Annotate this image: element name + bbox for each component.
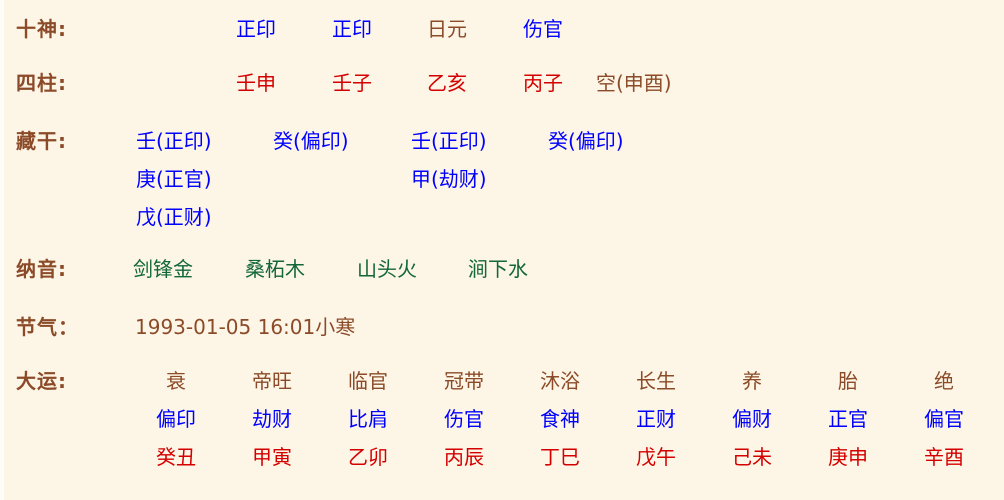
luck-ten-god-8: 正官 (828, 407, 868, 431)
hidden-stems-line-1: 壬(正印) 癸(偏印) 壬(正印) 癸(偏印) (118, 126, 1004, 164)
row-label-nayin: 纳音: (16, 257, 67, 281)
luck-stage-3: 临官 (348, 369, 388, 393)
row-solar-term: 节气： 1993-01-05 16:01小寒 (0, 312, 1004, 342)
nayin-day: 山头火 (357, 257, 417, 281)
pillar-day: 乙亥 (427, 71, 467, 95)
luck-stage-2: 帝旺 (252, 369, 292, 393)
luck-pillar-8: 庚申 (828, 445, 868, 469)
ten-god-month: 正印 (332, 17, 372, 41)
luck-pillar-2: 甲寅 (252, 445, 292, 469)
pillar-year: 壬申 (236, 71, 276, 95)
ten-god-hour: 伤官 (523, 17, 563, 41)
row-label-ten-gods: 十神: (16, 17, 67, 41)
row-label-four-pillars: 四柱: (16, 71, 67, 95)
luck-stage-5: 沐浴 (540, 369, 580, 393)
row-nayin: 纳音: 剑锋金 桑柘木 山头火 涧下水 (0, 254, 1004, 284)
row-luck-pillars: 大运: 衰 帝旺 临官 冠带 沐浴 长生 养 胎 绝 偏印 劫财 比肩 伤官 食… (0, 366, 1004, 480)
hidden-stems-line-2: 庚(正官) 甲(劫财) (118, 164, 1004, 202)
hidden-stem-year-1: 壬(正印) (136, 129, 212, 153)
kong-wang-label: 空(申酉) (596, 71, 672, 95)
hidden-stem-day-2: 甲(劫财) (411, 167, 487, 191)
nayin-hour: 涧下水 (468, 257, 528, 281)
luck-ten-god-3: 比肩 (348, 407, 388, 431)
hidden-stem-month-1: 癸(偏印) (273, 129, 349, 153)
hidden-stem-year-3: 戊(正财) (136, 205, 212, 229)
row-body-hidden-stems: 壬(正印) 癸(偏印) 壬(正印) 癸(偏印) 庚(正官) 甲(劫财) 戊(正财… (118, 126, 1004, 240)
luck-ten-god-7: 偏财 (732, 407, 772, 431)
luck-stage-9: 绝 (934, 369, 954, 393)
row-label-hidden-stems: 藏干: (16, 129, 67, 153)
bazi-chart-panel: 十神: 正印 正印 日元 伤官 四柱: 壬申 壬子 乙亥 丙子 空(申酉) 藏干… (0, 0, 1004, 500)
solar-term-datetime: 1993-01-05 16:01小寒 (135, 315, 356, 339)
luck-stage-4: 冠带 (444, 369, 484, 393)
luck-pillar-5: 丁巳 (540, 445, 580, 469)
luck-ten-god-6: 正财 (636, 407, 676, 431)
luck-ten-god-4: 伤官 (444, 407, 484, 431)
luck-pillar-3: 乙卯 (348, 445, 388, 469)
luck-pillar-line: 癸丑 甲寅 乙卯 丙辰 丁巳 戊午 己未 庚申 辛酉 (118, 442, 1004, 480)
luck-pillar-9: 辛酉 (924, 445, 964, 469)
luck-ten-god-5: 食神 (540, 407, 580, 431)
row-four-pillars: 四柱: 壬申 壬子 乙亥 丙子 空(申酉) (0, 68, 1004, 98)
hidden-stem-year-2: 庚(正官) (136, 167, 212, 191)
luck-stage-1: 衰 (166, 369, 186, 393)
luck-stage-8: 胎 (838, 369, 858, 393)
luck-pillar-1: 癸丑 (156, 445, 196, 469)
hidden-stem-day-1: 壬(正印) (411, 129, 487, 153)
luck-pillar-4: 丙辰 (444, 445, 484, 469)
nayin-month: 桑柘木 (245, 257, 305, 281)
luck-ten-god-1: 偏印 (156, 407, 196, 431)
row-hidden-stems: 藏干: 壬(正印) 癸(偏印) 壬(正印) 癸(偏印) 庚(正官) 甲(劫财) … (0, 126, 1004, 240)
hidden-stem-hour-1: 癸(偏印) (548, 129, 624, 153)
hidden-stems-line-3: 戊(正财) (118, 202, 1004, 240)
luck-pillar-7: 己未 (732, 445, 772, 469)
luck-stage-7: 养 (742, 369, 762, 393)
luck-stage-6: 长生 (636, 369, 676, 393)
pillar-month: 壬子 (332, 71, 372, 95)
ten-god-year: 正印 (236, 17, 276, 41)
nayin-year: 剑锋金 (133, 257, 193, 281)
row-label-solar-term: 节气： (16, 315, 79, 339)
pillar-hour: 丙子 (523, 71, 563, 95)
luck-ten-god-9: 偏官 (924, 407, 964, 431)
row-body-luck-pillars: 衰 帝旺 临官 冠带 沐浴 长生 养 胎 绝 偏印 劫财 比肩 伤官 食神 正财… (118, 366, 1004, 480)
ten-god-day: 日元 (427, 17, 467, 41)
luck-stage-line: 衰 帝旺 临官 冠带 沐浴 长生 养 胎 绝 (118, 366, 1004, 404)
row-ten-gods: 十神: 正印 正印 日元 伤官 (0, 14, 1004, 44)
row-label-luck-pillars: 大运: (16, 369, 67, 393)
luck-pillar-6: 戊午 (636, 445, 676, 469)
luck-ten-god-line: 偏印 劫财 比肩 伤官 食神 正财 偏财 正官 偏官 (118, 404, 1004, 442)
luck-ten-god-2: 劫财 (252, 407, 292, 431)
